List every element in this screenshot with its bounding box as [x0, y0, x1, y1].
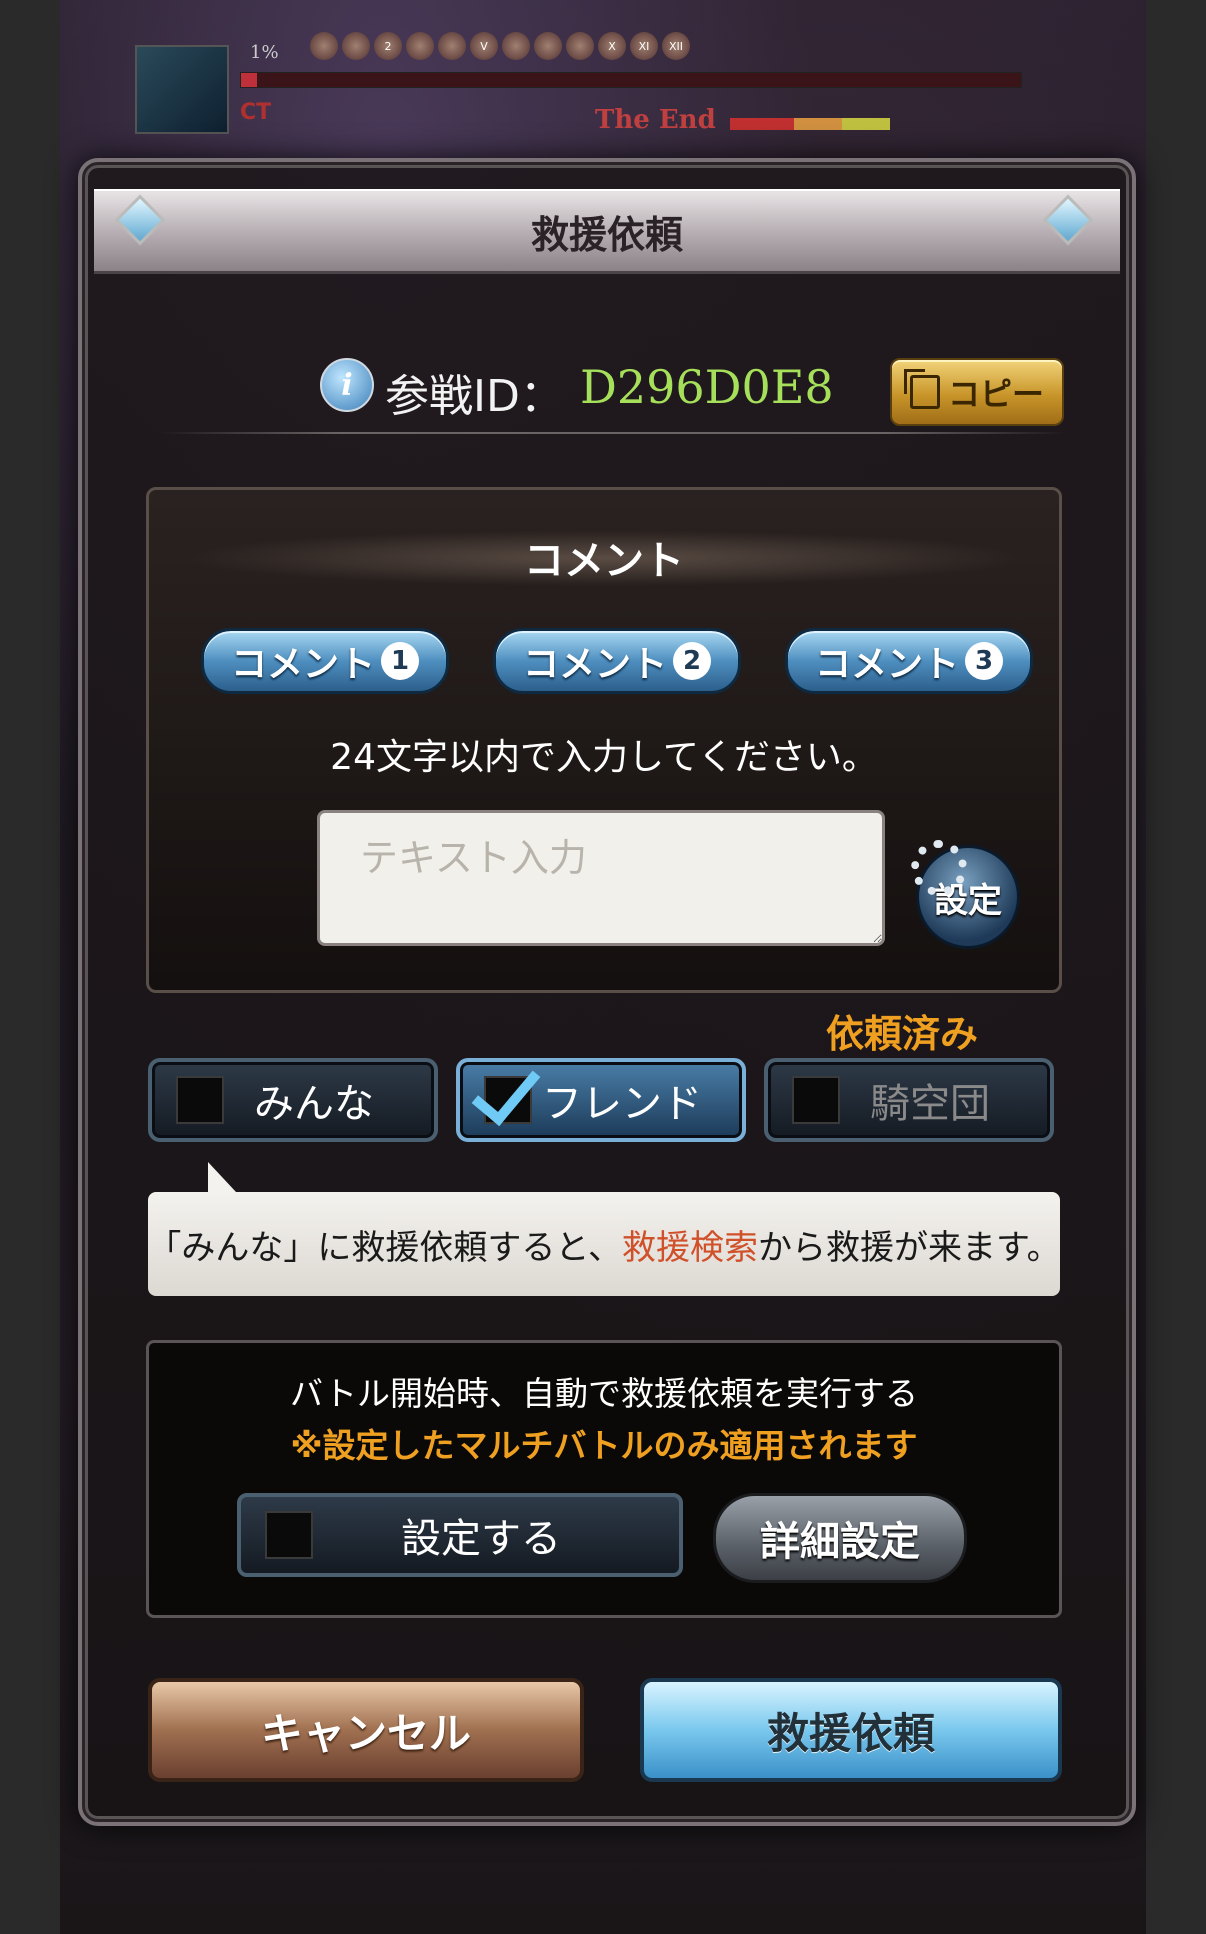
comment-panel: コメント コメント 1 コメント 2 コメント 3 24文字以内で入力してくださ… [146, 487, 1062, 993]
crew-checkbox[interactable] [792, 1076, 840, 1124]
auto-request-checkbox[interactable] [265, 1511, 313, 1559]
target-friend-label: フレンド [542, 1081, 702, 1127]
boss-portrait [135, 45, 229, 134]
raid-id-label: 参戦ID： [385, 371, 564, 422]
boss-hp-bar [240, 72, 1022, 88]
tooltip-highlight: 救援検索 [622, 1227, 759, 1268]
comment-preset-label: コメント [230, 644, 375, 685]
everyone-tooltip: 「みんな」に救援依頼すると、 救援検索 から救援が来ます。 [147, 1162, 1061, 1296]
status-icon [438, 32, 466, 60]
auto-request-note: ※設定したマルチバトルのみ適用されます [290, 1426, 918, 1465]
raid-id-value: D296D0E8 [580, 360, 834, 414]
auto-request-panel: バトル開始時、自動で救援依頼を実行する ※設定したマルチバトルのみ適用されます … [146, 1340, 1062, 1618]
info-icon[interactable]: i [320, 358, 374, 412]
copy-icon [903, 369, 940, 409]
friend-checkbox[interactable] [471, 1053, 541, 1127]
everyone-checkbox[interactable] [176, 1076, 224, 1124]
target-friend-button[interactable]: フレンド [456, 1053, 746, 1142]
status-icon [534, 32, 562, 60]
boss-hp-fill [241, 73, 257, 87]
status-icon [310, 32, 338, 60]
target-everyone-label: みんな [254, 1081, 374, 1127]
comment-preset-2-button[interactable]: コメント 2 [493, 628, 741, 694]
dialog-title: 救援依頼 [530, 212, 683, 257]
detail-settings-button[interactable]: 詳細設定 [713, 1493, 967, 1583]
comment-instruction: 24文字以内で入力してください。 [330, 737, 878, 778]
status-icon [566, 32, 594, 60]
status-icon: X [598, 32, 626, 60]
comment-preset-number: 2 [673, 642, 711, 680]
requested-label: 依頼済み [826, 1012, 979, 1056]
special-attack-label: The End [595, 105, 716, 135]
status-icon [342, 32, 370, 60]
raid-id-row: i 参戦ID： D296D0E8 コピー [160, 358, 1064, 428]
rescue-request-button[interactable]: 救援依頼 [640, 1678, 1062, 1782]
comment-preset-3-button[interactable]: コメント 3 [785, 628, 1033, 694]
status-icon [502, 32, 530, 60]
target-crew-button[interactable]: 騎空団 [764, 1058, 1054, 1142]
auto-request-toggle[interactable]: 設定する [237, 1493, 683, 1577]
comment-preset-number: 1 [381, 642, 419, 680]
status-icon: V [470, 32, 498, 60]
status-icon: XII [662, 32, 690, 60]
special-gauge [730, 118, 890, 130]
copy-label: コピー [947, 375, 1044, 413]
comment-title: コメント [524, 538, 684, 584]
tooltip-text-part1: 「みんな」に救援依頼すると、 [147, 1227, 623, 1268]
status-icon [406, 32, 434, 60]
target-everyone-button[interactable]: みんな [148, 1058, 438, 1142]
gear-icon [911, 840, 967, 896]
comment-preset-number: 3 [965, 642, 1003, 680]
status-icon: 2 [374, 32, 402, 60]
checkmark-icon [471, 1053, 541, 1127]
status-effects: 2 V X XI XII [310, 32, 690, 60]
tooltip-text-part2: から救援が来ます。 [758, 1227, 1061, 1268]
hp-percent: 1% [250, 42, 279, 63]
status-icon: XI [630, 32, 658, 60]
auto-request-description: バトル開始時、自動で救援依頼を実行する [290, 1374, 918, 1413]
target-crew-label: 騎空団 [870, 1081, 990, 1127]
ct-label: CT [240, 100, 272, 125]
comment-settings-button[interactable]: 設定 [911, 840, 1020, 949]
divider [160, 432, 1065, 434]
comment-preset-1-button[interactable]: コメント 1 [201, 628, 449, 694]
copy-button[interactable]: コピー [890, 358, 1064, 426]
comment-preset-label: コメント [814, 644, 959, 685]
comment-input[interactable] [317, 810, 885, 946]
auto-request-label: 設定する [401, 1516, 561, 1562]
comment-preset-label: コメント [522, 644, 667, 685]
dialog-title-bar: 救援依頼 [94, 189, 1120, 274]
cancel-button[interactable]: キャンセル [148, 1678, 584, 1782]
